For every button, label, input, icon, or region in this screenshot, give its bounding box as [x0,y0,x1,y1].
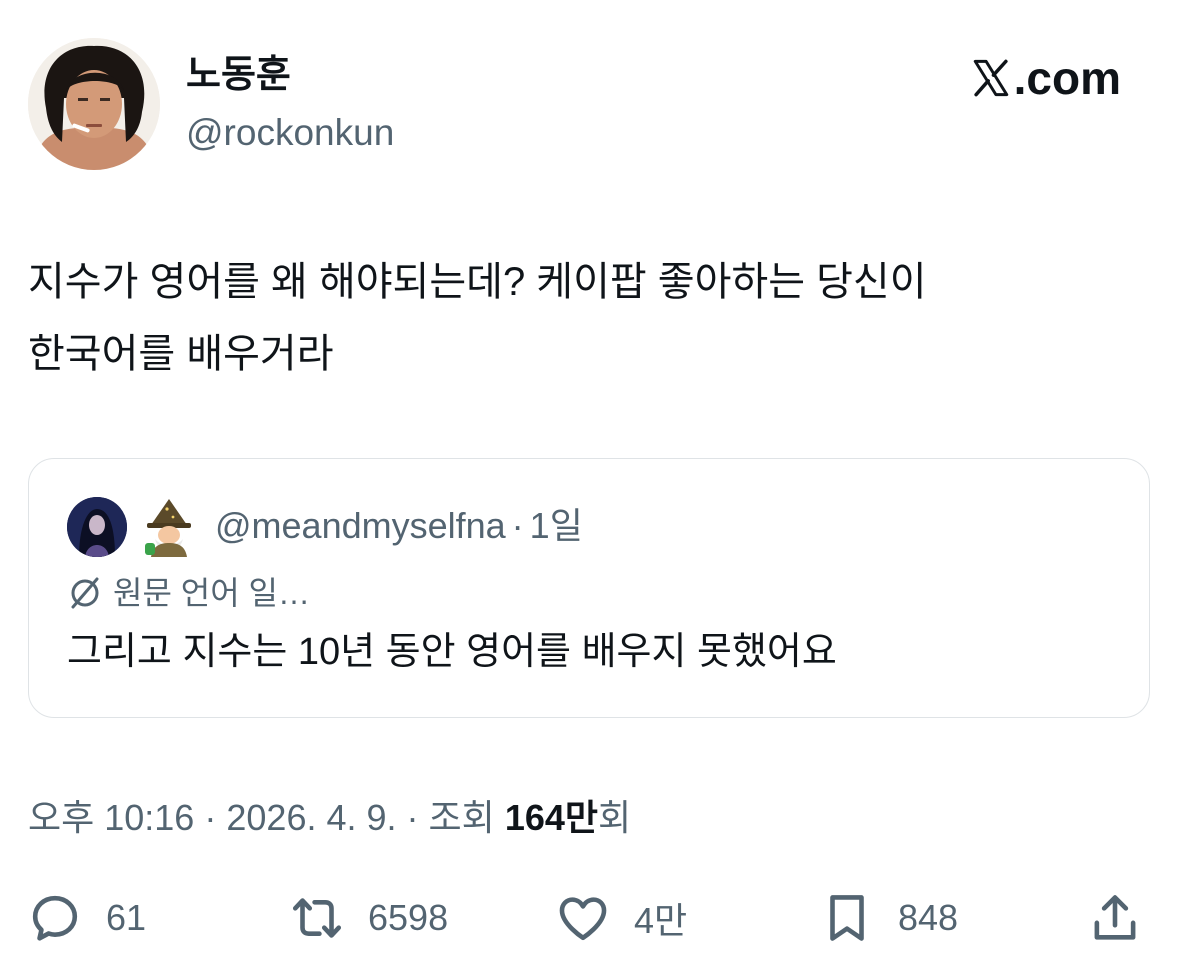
reply-count: 61 [106,897,147,938]
quoted-handle[interactable]: @meandmyselfna [215,505,506,546]
share-icon [1094,895,1136,940]
tweet-text-line: 한국어를 배우거라 [28,332,334,376]
brand-domain: .com [1013,52,1121,104]
repost-button[interactable]: 6598 [288,888,448,948]
translate-label[interactable]: 원문 언어 일… [113,573,310,613]
tweet-meta: 오후 10:16 · 2026. 4. 9. · 조회 164만회 [28,796,631,840]
heart-icon [559,897,607,941]
reply-button[interactable]: 61 [26,888,146,948]
quoted-author-avatar[interactable] [67,497,127,557]
translate-indicator[interactable]: 원문 언어 일… [65,573,310,613]
author-handle[interactable]: @rockonkun [186,110,394,156]
bookmark-icon [830,895,864,941]
quoted-tweet-text: 그리고 지수는 10년 동안 영어를 배우지 못했어요 [67,631,837,673]
tweet-text-line: 지수가 영어를 왜 해야되는데? 케이팝 좋아하는 당신이 [28,260,927,304]
translate-icon [71,577,99,609]
views-suffix: 회 [598,797,632,838]
repost-count: 6598 [368,897,449,938]
tweet-text: 지수가 영어를 왜 해야되는데? 케이팝 좋아하는 당신이 한국어를 배우거라 [28,246,1138,390]
quoted-avatar-image [67,497,127,557]
quoted-age[interactable]: 1일 [530,505,583,546]
author-avatar-image [28,38,160,170]
wizard-emoji-icon [141,497,197,557]
author-avatar[interactable] [28,38,160,170]
quoted-handle-line[interactable]: @meandmyselfna · 1일 [215,503,583,549]
bookmark-button[interactable]: 848 [818,888,958,948]
views-label: 조회 [428,797,495,838]
views-count: 164만 [504,797,598,838]
brand-logo: .com [970,52,1121,104]
bookmark-count: 848 [898,897,959,938]
author-display-name[interactable]: 노동훈 [186,52,291,98]
repost-icon [292,898,342,938]
separator-dot: · [511,505,524,546]
separator-dot: · [204,797,217,838]
quoted-tweet-card[interactable]: @meandmyselfna · 1일 원문 언어 일… 그리고 지수는 10년 동… [28,458,1150,718]
tweet-date[interactable]: 2026. 4. 9. [226,797,396,838]
share-button[interactable] [1086,888,1144,948]
x-logo-icon [973,59,1008,97]
tweet-time[interactable]: 오후 10:16 [28,797,194,838]
reply-icon [32,895,78,941]
like-count: 4만 [634,900,688,941]
separator-dot: · [406,797,419,838]
like-button[interactable]: 4만 [554,888,687,948]
